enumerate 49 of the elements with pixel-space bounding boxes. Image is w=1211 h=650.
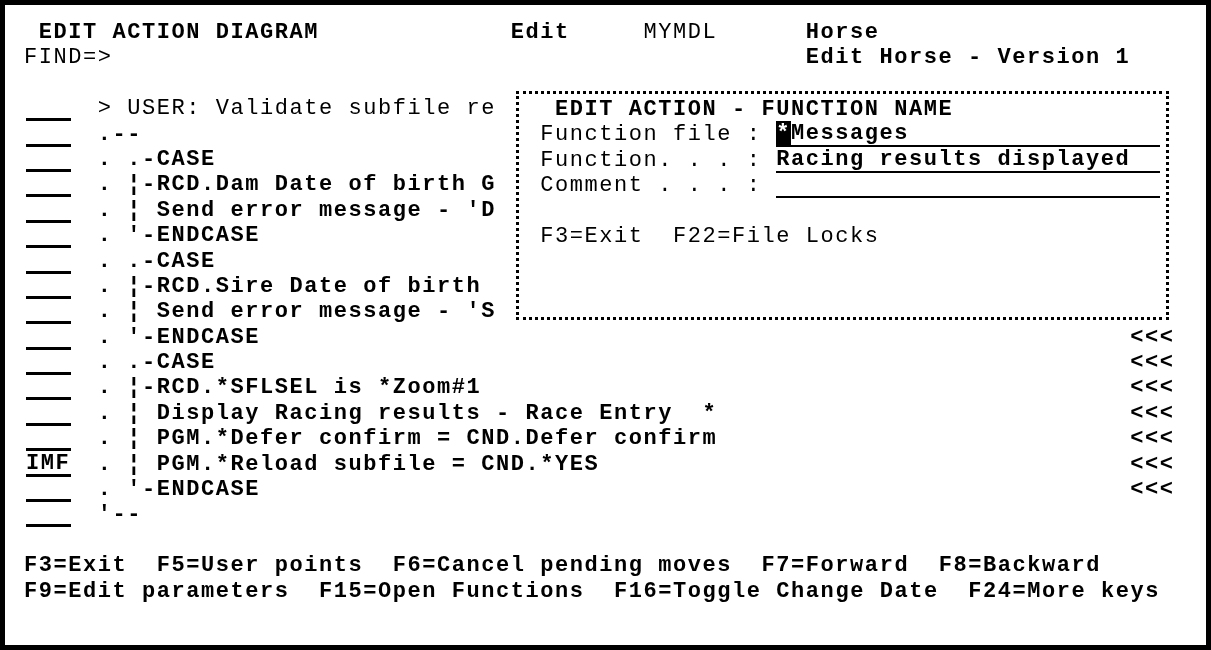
function-key-hint: F7=Forward [761,553,910,579]
diagram-line: . '-ENDCASE [97,223,261,249]
diagram-line: . ¦ PGM.*Defer confirm = CND.Defer confirm [97,426,718,452]
diagram-line: . '-ENDCASE [97,477,261,503]
input-field[interactable]: *Messages [776,122,1160,148]
diagram-line: . .-CASE [97,248,216,274]
more-marker: <<< [1130,350,1175,376]
diagram-line: . ¦-RCD.*SFLSEL is *Zoom#1 [97,375,482,401]
diagram-line: . ¦-RCD.Dam Date of birth G [97,172,497,198]
option-field[interactable]: IMF [26,451,71,477]
diagram-line: . .-CASE [97,146,216,172]
file-name: Horse [805,20,880,45]
popup-title: EDIT ACTION - FUNCTION NAME [555,97,954,122]
diagram-line: . ¦ Send error message - 'S [97,299,497,325]
diagram-line: .-- [97,121,142,147]
input-field[interactable]: Racing results displayed [776,147,1160,173]
screen-title: EDIT ACTION DIAGRAM [38,20,320,45]
function-key-hint: F24=More keys [968,578,1160,604]
diagram-line: . .-CASE [97,350,216,376]
diagram-line: . ¦ PGM.*Reload subfile = CND.*YES [97,451,600,477]
function-key-hint: F22=File Locks [673,223,880,250]
function-key-hint: F15=Open Functions [319,578,585,604]
function-key-hint: F6=Cancel pending moves [392,553,733,579]
field-label: Function. . . : [540,147,762,173]
diagram-line: > USER: Validate subfile re [97,96,497,122]
function-key-hint: F5=User points [156,553,364,579]
function-key-hint: F3=Exit [24,553,128,579]
function-key-hint: F9=Edit parameters [24,578,290,604]
diagram-line: . ¦ Send error message - 'D [97,197,497,223]
find-prompt: FIND=> [24,45,113,71]
text-cursor: * [776,121,791,147]
more-marker: <<< [1130,477,1175,503]
diagram-line: . '-ENDCASE [97,324,261,350]
field-label: Function file : [540,122,762,148]
more-marker: <<< [1130,400,1175,427]
field-label: Comment . . . : [540,173,762,199]
function-key-hint: F16=Toggle Change Date [614,578,939,604]
model-name: MYMDL [643,20,718,45]
function-key-hint: F8=Backward [938,553,1101,579]
diagram-line: . ¦-RCD.Sire Date of birth [97,273,482,299]
more-marker: <<< [1130,426,1175,452]
more-marker: <<< [1130,451,1175,478]
function-key-hint: F3=Exit [540,223,644,250]
more-marker: <<< [1130,375,1175,401]
more-marker: <<< [1130,324,1175,351]
mode-label: Edit [510,20,570,45]
diagram-line: '-- [97,502,142,528]
screen-subtitle: Edit Horse - Version 1 [805,45,1131,71]
diagram-line: . ¦ Display Racing results - Race Entry * [97,400,718,426]
